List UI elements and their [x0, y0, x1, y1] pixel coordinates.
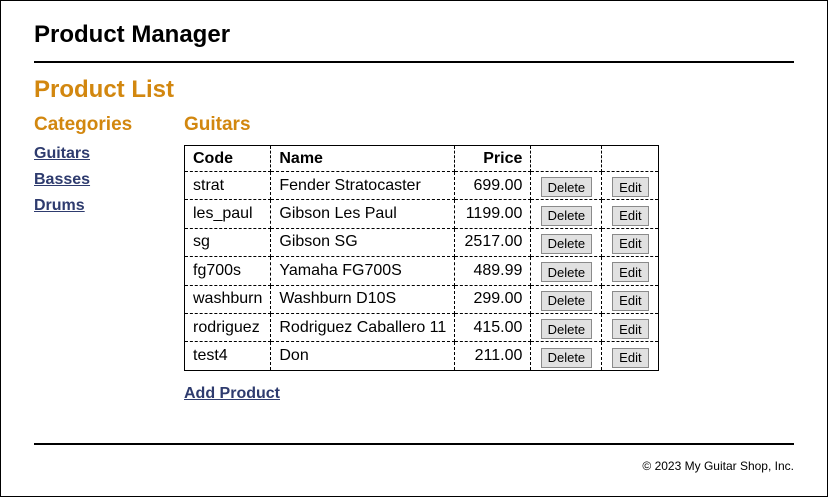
category-link-basses[interactable]: Basses — [34, 171, 90, 189]
product-name: Gibson SG — [270, 227, 456, 258]
product-name: Rodriguez Caballero 11 — [270, 312, 456, 343]
product-price: 415.00 — [454, 312, 532, 343]
product-code: fg700s — [183, 256, 272, 286]
edit-cell: Edit — [601, 312, 660, 343]
product-price: 299.00 — [454, 284, 532, 314]
edit-cell: Edit — [601, 256, 660, 286]
edit-cell: Edit — [601, 227, 660, 258]
edit-button[interactable]: Edit — [612, 177, 649, 198]
add-product-link[interactable]: Add Product — [184, 385, 280, 403]
table-row: fg700s Yamaha FG700S 489.99 Delete Edit — [183, 256, 660, 286]
edit-cell: Edit — [601, 199, 660, 229]
product-name: Washburn D10S — [270, 284, 456, 314]
edit-button[interactable]: Edit — [612, 205, 649, 226]
edit-button[interactable]: Edit — [612, 233, 649, 254]
product-price: 489.99 — [454, 256, 532, 286]
product-code: strat — [183, 170, 272, 201]
product-code: washburn — [183, 284, 272, 314]
product-price: 699.00 — [454, 170, 532, 201]
edit-cell: Edit — [601, 170, 660, 201]
product-price: 2517.00 — [454, 227, 532, 258]
product-code: rodriguez — [183, 312, 272, 343]
delete-button[interactable]: Delete — [540, 290, 593, 311]
edit-cell: Edit — [601, 341, 660, 371]
product-name: Gibson Les Paul — [270, 199, 456, 229]
app-title: Product Manager — [34, 21, 231, 48]
delete-button[interactable]: Delete — [540, 319, 593, 340]
column-header-edit — [601, 145, 660, 172]
category-heading: Guitars — [184, 114, 251, 135]
delete-button[interactable]: Delete — [540, 347, 593, 368]
delete-cell: Delete — [530, 312, 603, 343]
footer-divider — [34, 443, 794, 445]
table-row: les_paul Gibson Les Paul 1199.00 Delete … — [183, 199, 660, 229]
categories-heading: Categories — [34, 114, 133, 135]
product-price: 211.00 — [454, 341, 532, 371]
delete-cell: Delete — [530, 199, 603, 229]
product-name: Yamaha FG700S — [270, 256, 456, 286]
delete-button[interactable]: Delete — [540, 205, 593, 226]
product-price: 1199.00 — [454, 199, 532, 229]
product-code: test4 — [183, 341, 272, 371]
page-heading: Product List — [34, 76, 175, 103]
delete-cell: Delete — [530, 227, 603, 258]
column-header-code: Code — [183, 145, 272, 172]
column-header-name: Name — [270, 145, 456, 172]
category-link-drums[interactable]: Drums — [34, 197, 85, 215]
delete-button[interactable]: Delete — [540, 233, 593, 254]
product-name: Don — [270, 341, 456, 371]
product-code: sg — [183, 227, 272, 258]
edit-cell: Edit — [601, 284, 660, 314]
edit-button[interactable]: Edit — [612, 290, 649, 311]
delete-cell: Delete — [530, 256, 603, 286]
table-row: washburn Washburn D10S 299.00 Delete Edi… — [183, 284, 660, 314]
table-row: sg Gibson SG 2517.00 Delete Edit — [183, 227, 660, 258]
edit-button[interactable]: Edit — [612, 319, 649, 340]
delete-cell: Delete — [530, 341, 603, 371]
table-row: test4 Don 211.00 Delete Edit — [183, 341, 660, 371]
table-row: strat Fender Stratocaster 699.00 Delete … — [183, 170, 660, 201]
table-header-row: Code Name Price — [183, 145, 660, 172]
footer-copyright: © 2023 My Guitar Shop, Inc. — [642, 459, 794, 473]
delete-button[interactable]: Delete — [540, 177, 593, 198]
column-header-delete — [530, 145, 603, 172]
edit-button[interactable]: Edit — [612, 347, 649, 368]
delete-cell: Delete — [530, 284, 603, 314]
edit-button[interactable]: Edit — [612, 262, 649, 283]
table-row: rodriguez Rodriguez Caballero 11 415.00 … — [183, 312, 660, 343]
product-name: Fender Stratocaster — [270, 170, 456, 201]
header-divider — [34, 61, 794, 63]
delete-cell: Delete — [530, 170, 603, 201]
product-code: les_paul — [183, 199, 272, 229]
products-table: Code Name Price strat Fender Stratocaste… — [183, 145, 660, 371]
category-link-guitars[interactable]: Guitars — [34, 145, 90, 163]
delete-button[interactable]: Delete — [540, 262, 593, 283]
column-header-price: Price — [454, 145, 532, 172]
